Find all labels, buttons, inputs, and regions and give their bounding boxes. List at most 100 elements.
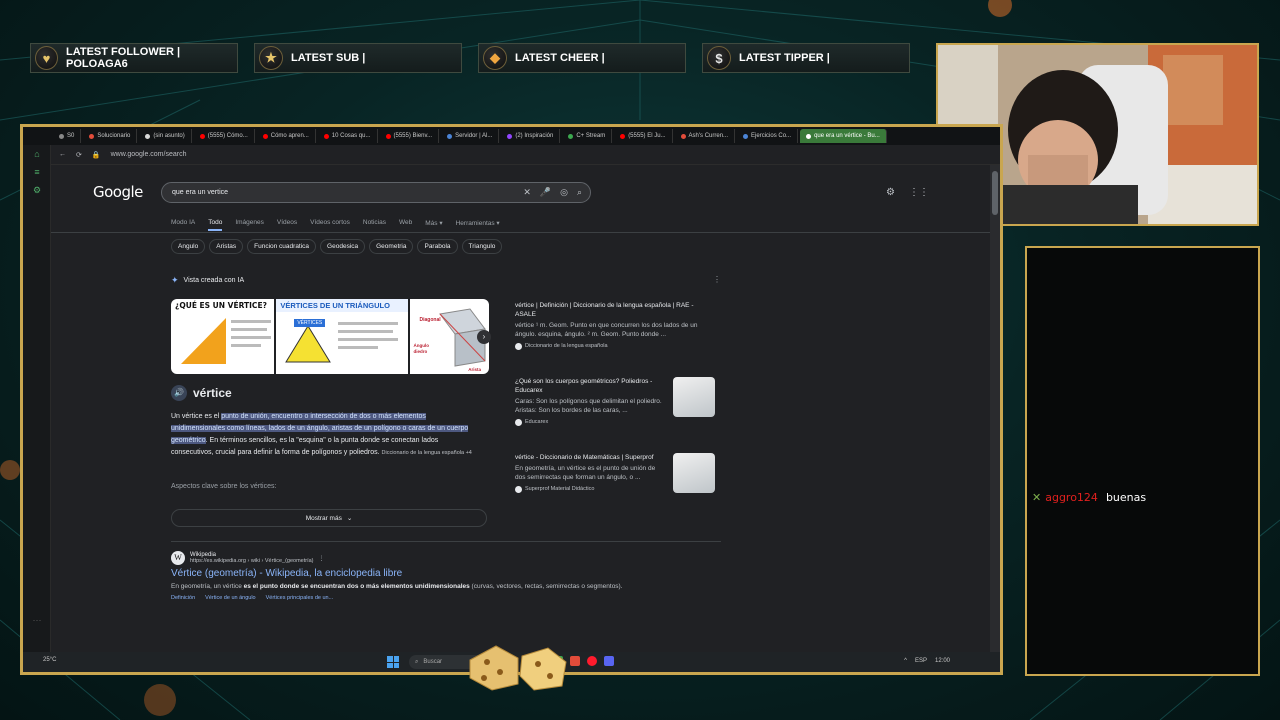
browser-tab[interactable]: (5555) Bienv... <box>380 129 440 143</box>
browser-tab[interactable]: Cómo apren... <box>257 129 316 143</box>
refinement-chips: Angulo Aristas Funcion cuadratica Geodesica… <box>171 239 503 254</box>
chevron-right-icon[interactable]: › <box>477 330 491 344</box>
source-site-row: Superprof Material Didáctico <box>515 485 667 494</box>
latest-tipper-label: LATEST TIPPER | <box>739 52 830 64</box>
speaker-icon[interactable]: 🔊 <box>171 385 187 401</box>
search-tab[interactable]: Web <box>399 219 412 231</box>
browser-tab[interactable]: S0 <box>53 129 82 143</box>
ai-text-source[interactable]: Diccionario de la lengua española +4 <box>382 450 472 456</box>
taskbar-search-label: Buscar <box>423 659 443 665</box>
show-more-button[interactable]: Mostrar más ⌄ <box>171 509 487 527</box>
refinement-chip[interactable]: Aristas <box>209 239 244 254</box>
source-favicon-icon <box>515 419 522 426</box>
settings-icon[interactable]: ⚙ <box>32 185 42 195</box>
browser-tab[interactable]: Ejercicios Co... <box>737 129 799 143</box>
settings-gear-icon[interactable]: ⚙ <box>886 187 895 198</box>
source-text: vértice ¹ m. Geom. Punto en que concurre… <box>515 322 698 338</box>
refinement-chip[interactable]: Funcion cuadratica <box>247 239 317 254</box>
browser-side-strip: ⌂ ≡ ⚙ ⋯ <box>23 145 51 652</box>
result-title-link[interactable]: Vértice (geometría) - Wikipedia, la enci… <box>171 568 731 579</box>
url-field[interactable]: www.google.com/search <box>111 151 187 158</box>
browser-tab[interactable]: que era un vértice - Bu... <box>800 129 887 143</box>
source-card[interactable]: vértice - Diccionario de Matemáticas | S… <box>515 453 715 519</box>
browser-window: S0 Solucionario (sin asunto) (5555) Cómo...… <box>20 124 1003 675</box>
tab-favicon-icon <box>568 133 574 139</box>
google-logo[interactable]: Google <box>93 183 143 201</box>
more-options-icon[interactable]: ⋮ <box>713 275 721 284</box>
wikipedia-favicon-icon: W <box>171 551 185 565</box>
home-icon[interactable]: ⌂ <box>32 149 42 159</box>
browser-tab[interactable]: (sin asunto) <box>139 129 192 143</box>
search-input[interactable]: que era un vertice ✕ 🎤 ◎ ⌕ <box>161 182 591 203</box>
app-icon-opera[interactable] <box>587 656 597 666</box>
source-title[interactable]: vértice | Definición | Diccionario de la… <box>515 301 715 319</box>
clear-icon[interactable]: ✕ <box>523 187 531 198</box>
chat-panel: ✕ aggro124 buenas <box>1025 246 1260 676</box>
ai-overview-title: Vista creada con IA <box>183 277 245 284</box>
search-icon[interactable]: ⌕ <box>577 187 582 198</box>
source-title[interactable]: ¿Qué son los cuerpos geométricos? Polied… <box>515 377 667 395</box>
source-name: Diccionario de la lengua española <box>525 343 608 349</box>
source-site-row: Educarex <box>515 418 667 427</box>
source-thumbnail[interactable] <box>673 377 715 417</box>
sitelink[interactable]: Vértice de un ángulo <box>205 595 255 601</box>
ai-overview-text: Un vértice es el punto de unión, encuent… <box>171 411 481 459</box>
tray-language[interactable]: ESP <box>915 658 927 664</box>
result-more-icon[interactable]: ⋮ <box>319 555 325 562</box>
back-icon[interactable]: ← <box>59 151 66 158</box>
source-title[interactable]: vértice - Diccionario de Matemáticas | S… <box>515 453 667 462</box>
page-scrollbar[interactable] <box>990 165 1000 652</box>
search-tab[interactable]: Herramientas ▾ <box>456 219 500 231</box>
refinement-chip[interactable]: Parabola <box>417 239 458 254</box>
windows-start-icon[interactable] <box>387 656 399 668</box>
microphone-icon[interactable]: 🎤 <box>540 187 551 198</box>
search-tab[interactable]: Vídeos cortos <box>310 219 350 231</box>
search-tab[interactable]: Más ▾ <box>425 219 442 231</box>
browser-tab[interactable]: Servidor | Al... <box>441 129 500 143</box>
tab-label: (5555) El Ju... <box>628 133 666 139</box>
search-tab[interactable]: Vídeos <box>277 219 297 231</box>
tab-manager-icon[interactable]: ≡ <box>32 167 42 177</box>
tray-chevron-icon[interactable]: ^ <box>904 658 907 664</box>
app-icon-discord[interactable] <box>604 656 614 666</box>
definition-word-row: 🔊 vértice <box>171 385 232 401</box>
image-card-vertices-triangulo[interactable]: VÉRTICES DE UN TRIÁNGULO VÉRTICES <box>276 299 408 374</box>
search-tab[interactable]: Modo IA <box>171 219 195 231</box>
weather-widget[interactable]: 25°C <box>43 657 56 663</box>
search-tab[interactable]: Imágenes <box>235 219 264 231</box>
browser-tab[interactable]: Solucionario <box>83 129 138 143</box>
apps-grid-icon[interactable]: ⋮⋮ <box>909 187 929 198</box>
refinement-chip[interactable]: Geometria <box>369 239 414 254</box>
image-card-vertice[interactable]: ¿QUÉ ES UN VÉRTICE? <box>171 299 275 374</box>
result-site-row[interactable]: W Wikipedia https://es.wikipedia.org › w… <box>171 551 731 565</box>
tray-clock[interactable]: 12:00 <box>935 658 950 664</box>
search-tab[interactable]: Noticias <box>363 219 386 231</box>
refinement-chip[interactable]: Angulo <box>171 239 206 254</box>
sidebar-more-icon[interactable]: ⋯ <box>32 615 42 625</box>
source-card[interactable]: ¿Qué son los cuerpos geométricos? Polied… <box>515 377 715 443</box>
snippet-bold: es el punto donde se encuentran dos o má… <box>243 583 470 590</box>
image-card-title: VÉRTICES DE UN TRIÁNGULO <box>276 299 408 312</box>
refinement-chip[interactable]: Geodesica <box>320 239 366 254</box>
lens-icon[interactable]: ◎ <box>560 187 568 198</box>
search-query[interactable]: que era un vertice <box>172 189 228 196</box>
search-tabs: Modo IA Todo Imágenes Vídeos Vídeos cortos No… <box>171 219 500 231</box>
browser-tab[interactable]: (5555) Cómo... <box>194 129 255 143</box>
browser-tab[interactable]: (5555) El Ju... <box>614 129 673 143</box>
browser-tab[interactable]: (2) Inspiración <box>501 129 561 143</box>
site-info-icon[interactable]: 🔒 <box>92 151 101 159</box>
browser-tab[interactable]: C+ Stream <box>562 129 613 143</box>
result-sitelinks: Definición Vértice de un ángulo Vértices… <box>171 595 731 601</box>
reload-icon[interactable]: ⟳ <box>76 151 82 159</box>
source-card[interactable]: vértice | Definición | Diccionario de la… <box>515 301 715 367</box>
sitelink[interactable]: Definición <box>171 595 195 601</box>
sitelink[interactable]: Vértices principales de un... <box>266 595 334 601</box>
refinement-chip[interactable]: Triangulo <box>461 239 503 254</box>
browser-tab[interactable]: Ash's Curren... <box>675 129 736 143</box>
browser-tab[interactable]: 10 Cosas qu... <box>318 129 378 143</box>
source-thumbnail[interactable] <box>673 453 715 493</box>
image-label-angulo: Ángulo diedro <box>413 343 430 354</box>
search-tab[interactable]: Todo <box>208 219 223 231</box>
snippet-post: (curvas, vectores, rectas, semirrectas o… <box>469 583 623 590</box>
scrollbar-thumb[interactable] <box>992 171 998 215</box>
